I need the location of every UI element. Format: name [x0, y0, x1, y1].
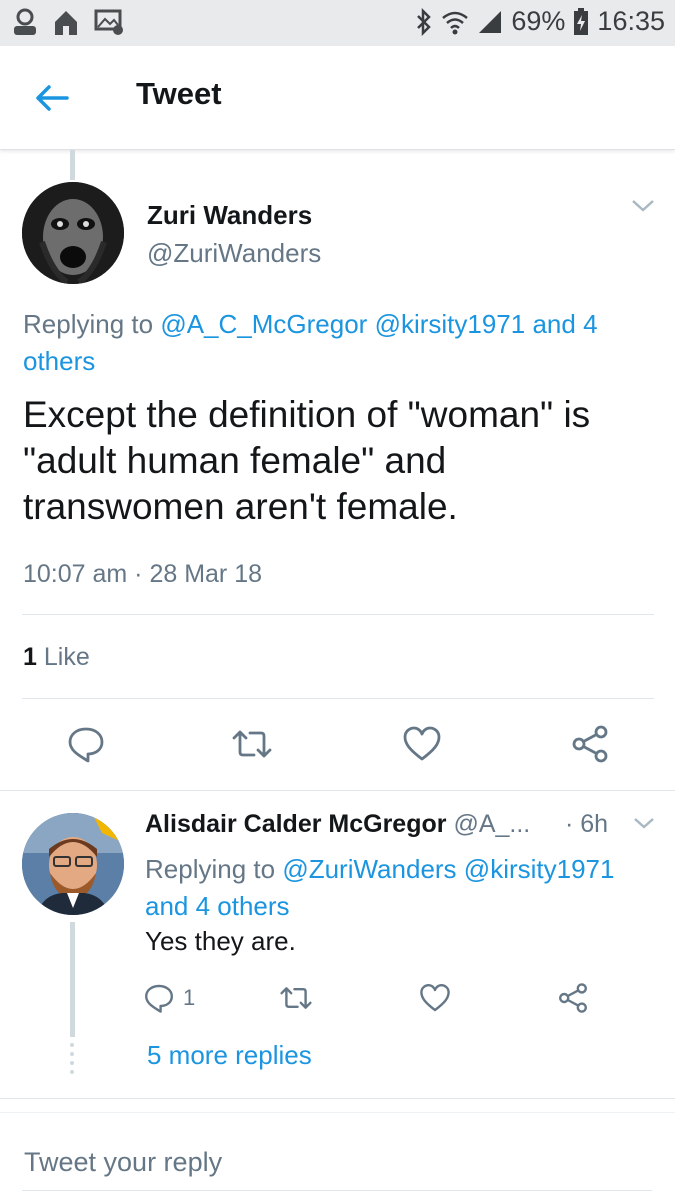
status-bar: 69% 16:35 — [0, 0, 675, 46]
replying-prefix: Replying to — [23, 309, 154, 339]
mention-link[interactable]: @kirsity1971 — [464, 854, 615, 884]
share-icon — [572, 725, 608, 763]
mention-link[interactable]: @kirsity1971 — [375, 309, 526, 339]
retweet-icon — [280, 987, 312, 1009]
share-button[interactable] — [568, 722, 612, 766]
heart-icon — [420, 984, 450, 1012]
bluetooth-icon — [415, 7, 433, 36]
more-replies-link[interactable]: 5 more replies — [147, 1040, 312, 1071]
signal-icon — [477, 9, 503, 35]
chevron-down-icon — [632, 200, 654, 212]
reply-input[interactable] — [22, 1135, 652, 1191]
page-title: Tweet — [136, 76, 222, 111]
divider — [22, 614, 654, 615]
author-name[interactable]: Zuri Wanders — [147, 200, 312, 231]
reply-options-button[interactable] — [632, 816, 656, 837]
section-divider — [0, 790, 675, 791]
like-label: Like — [43, 643, 90, 671]
back-arrow-icon — [36, 85, 69, 111]
tweet-options-button[interactable] — [630, 198, 656, 219]
replying-to: Replying to @A_C_McGregor @kirsity1971 a… — [23, 306, 643, 380]
avatar-image — [22, 182, 124, 284]
chevron-down-icon — [634, 818, 654, 829]
retweet-button[interactable] — [230, 722, 274, 766]
home-icon — [52, 8, 80, 36]
reply-author-handle[interactable]: @A_... — [453, 810, 530, 838]
thread-line — [70, 922, 75, 1037]
mention-link[interactable]: @A_C_McGregor — [160, 309, 367, 339]
reply-time: · 6h — [565, 810, 609, 838]
reply-avatar-image — [22, 813, 124, 915]
like-button[interactable] — [400, 722, 444, 766]
reply-icon — [68, 727, 104, 763]
app-header: Tweet — [0, 46, 675, 150]
divider — [22, 698, 654, 699]
reply-replying-to: Replying to @ZuriWanders @kirsity1971 an… — [145, 851, 655, 925]
wifi-icon — [441, 9, 469, 35]
retweet-icon — [232, 730, 272, 758]
reply-share-button[interactable] — [553, 980, 593, 1016]
clock: 16:35 — [597, 6, 665, 36]
reply-retweet-button[interactable] — [276, 980, 316, 1016]
reply-text: Yes they are. — [145, 926, 296, 956]
battery-charging-icon — [573, 7, 589, 36]
replying-prefix: Replying to — [145, 854, 276, 884]
back-button[interactable] — [30, 78, 74, 118]
share-icon — [559, 983, 587, 1013]
avatar[interactable] — [22, 182, 124, 284]
reply-like-button[interactable] — [415, 980, 455, 1016]
mention-link[interactable]: @ZuriWanders — [282, 854, 456, 884]
reply-count: 1 — [183, 985, 196, 1010]
reply-icon — [145, 984, 173, 1013]
likes-stat[interactable]: 1 Like — [23, 643, 90, 672]
tweet-timestamp: 10:07 am · 28 Mar 18 — [23, 560, 263, 588]
reply-avatar[interactable] — [22, 813, 124, 915]
tweet-text: Except the definition of "woman" is "adu… — [23, 394, 591, 527]
heart-icon — [403, 726, 441, 761]
image-settings-icon — [94, 8, 124, 36]
thread-line — [70, 150, 75, 180]
like-count: 1 — [23, 643, 37, 671]
battery-percent: 69% — [511, 6, 566, 36]
account-icon — [12, 8, 38, 36]
reply-author-name[interactable]: Alisdair Calder McGregor — [145, 810, 446, 838]
thread-dots — [70, 1043, 75, 1079]
author-handle[interactable]: @ZuriWanders — [147, 238, 321, 269]
reply-reply-button[interactable]: 1 — [143, 980, 195, 1016]
others-link[interactable]: and 4 others — [145, 891, 290, 921]
reply-button[interactable] — [64, 722, 108, 766]
section-divider — [0, 1098, 675, 1099]
section-divider — [0, 1112, 675, 1113]
